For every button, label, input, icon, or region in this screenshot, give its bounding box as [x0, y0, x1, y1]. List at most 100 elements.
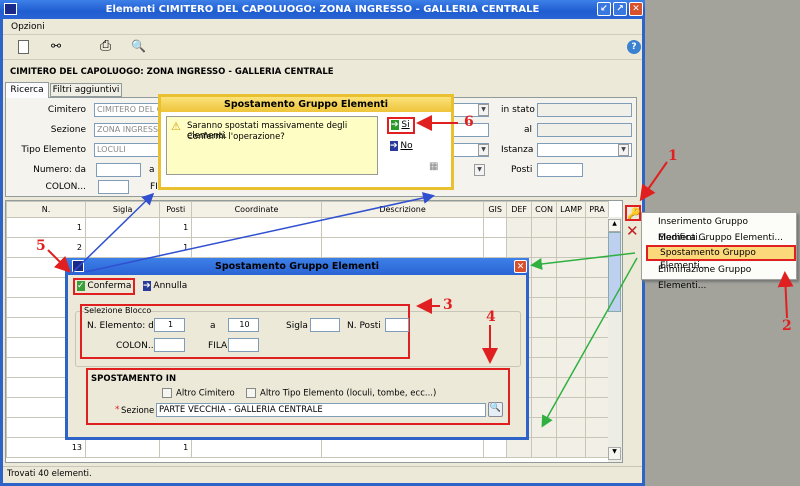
table-cell — [531, 217, 558, 238]
altro-tipo-checkbox[interactable]: Altro Tipo Elemento (loculi, tombe, ecc.… — [246, 388, 436, 399]
minimize-icon[interactable]: ↙ — [597, 2, 611, 16]
n-posti-input[interactable] — [385, 318, 409, 332]
close-icon[interactable]: ✕ — [629, 2, 643, 16]
altro-cimitero-checkbox[interactable]: Altro Cimitero — [162, 388, 235, 399]
table-cell — [584, 337, 610, 358]
scroll-thumb[interactable] — [608, 232, 621, 312]
arrow-2 — [777, 271, 794, 319]
menu-bar: Opzioni — [3, 19, 642, 35]
chevron-down-icon[interactable]: ▼ — [478, 104, 489, 116]
col-header[interactable]: LAMP — [556, 201, 586, 218]
app-icon — [4, 3, 17, 15]
maximize-icon[interactable]: ↗ — [613, 2, 627, 16]
posti-input[interactable] — [537, 163, 583, 177]
table-cell — [483, 437, 508, 458]
col-header[interactable]: GIS — [483, 201, 508, 218]
colon-input[interactable] — [154, 338, 185, 352]
col-header[interactable]: Sigla — [85, 201, 161, 218]
scroll-down-icon[interactable]: ▼ — [608, 447, 621, 460]
table-cell — [556, 297, 586, 318]
annotation-6: 6 — [464, 114, 474, 130]
chevron-down-icon[interactable]: ▼ — [618, 144, 629, 156]
table-cell — [191, 237, 322, 258]
annotation-5: 5 — [36, 238, 46, 254]
col-header[interactable]: DEF — [506, 201, 533, 218]
table-cell: 1 — [159, 437, 193, 458]
al-select[interactable] — [537, 123, 632, 137]
col-header[interactable]: Posti — [159, 201, 193, 218]
required-mark: * — [115, 405, 120, 415]
col-header[interactable]: N. — [6, 201, 87, 218]
tab-ricerca[interactable]: Ricerca — [5, 82, 49, 98]
table-cell — [556, 337, 586, 358]
stato-select[interactable] — [537, 103, 632, 117]
table-cell — [531, 237, 558, 258]
sigla-input[interactable] — [310, 318, 340, 332]
table-cell — [556, 417, 586, 438]
confirm-button[interactable]: ✓ Conferma — [73, 278, 135, 295]
menu-item-inserimento[interactable]: Inserimento Gruppo Elementi... — [646, 214, 796, 243]
n-elemento-da-input[interactable]: 1 — [154, 318, 185, 332]
new-document-icon[interactable] — [18, 40, 29, 54]
table-row[interactable]: 21 — [6, 237, 610, 258]
menu-opzioni[interactable]: Opzioni — [11, 22, 45, 32]
colon-label: COLON... — [45, 182, 86, 192]
status-bar: Trovati 40 elementi. — [3, 466, 642, 482]
table-cell — [531, 417, 558, 438]
colon-input[interactable] — [98, 180, 129, 194]
binoculars-icon[interactable]: ⚯ — [51, 39, 61, 53]
table-cell — [584, 257, 610, 278]
cancel-button[interactable]: ➔ Annulla — [143, 281, 187, 291]
sezione-input[interactable]: PARTE VECCHIA - GALLERIA CENTRALE — [156, 403, 486, 417]
table-cell — [556, 437, 586, 458]
table-cell — [506, 437, 533, 458]
col-header[interactable]: CON — [531, 201, 558, 218]
scrollbar[interactable]: ▲ ▼ — [608, 217, 622, 462]
numero-a-label: a — [149, 165, 155, 175]
table-cell — [556, 317, 586, 338]
col-header[interactable]: Coordinate — [191, 201, 322, 218]
delete-icon[interactable]: ✕ — [626, 222, 639, 240]
move-dialog: Spostamento Gruppo Elementi ✕ ✓ Conferma… — [65, 258, 529, 440]
group-elements-icon[interactable]: 🔑 — [625, 205, 641, 221]
annotation-2: 2 — [782, 318, 792, 334]
menu-item-eliminazione[interactable]: Eliminazione Gruppo Elementi... — [646, 262, 796, 291]
close-icon[interactable]: ✕ — [514, 260, 527, 273]
menu-item-modifica[interactable]: Modifica Gruppo Elementi... — [646, 230, 796, 246]
table-cell — [584, 277, 610, 298]
search-send-icon[interactable]: 🔍 — [131, 39, 146, 53]
search-icon[interactable]: 🔍 — [488, 402, 503, 417]
col-header[interactable]: Descrizione — [320, 201, 485, 218]
n-elemento-a-input[interactable]: 10 — [228, 318, 259, 332]
table-row[interactable]: 11 — [6, 217, 610, 238]
sigla-label: Sigla — [286, 321, 308, 331]
table-cell: 2 — [6, 237, 87, 258]
no-button[interactable]: ➔ No — [390, 141, 413, 151]
table-row[interactable]: 13 1 — [6, 437, 610, 458]
tab-filtri-aggiuntivi[interactable]: Filtri aggiuntivi — [50, 83, 122, 97]
table-cell — [85, 437, 161, 458]
fila-input[interactable] — [228, 338, 259, 352]
selezione-blocco-highlight: Selezione Blocco N. Elemento: da 1 a 10 … — [80, 304, 410, 359]
table-cell — [531, 337, 558, 358]
table-cell — [85, 237, 161, 258]
table-cell — [584, 397, 610, 418]
tipo-elemento-label: Tipo Elemento — [21, 145, 86, 155]
chevron-down-icon[interactable]: ▼ — [478, 144, 489, 156]
toolbar: ⚯ ⎙ 🔍 ? — [3, 36, 642, 60]
menu-item-spostamento[interactable]: Spostamento Gruppo Elementi... — [646, 245, 796, 271]
scroll-up-icon[interactable]: ▲ — [608, 219, 621, 232]
yes-button[interactable]: ➔ Si — [387, 117, 415, 134]
table-cell — [584, 437, 610, 458]
col-header[interactable]: PRA — [584, 201, 610, 218]
chevron-down-icon[interactable]: ▼ — [474, 164, 485, 176]
table-cell — [506, 237, 533, 258]
istanza-label: Istanza — [501, 145, 534, 155]
help-icon[interactable]: ? — [627, 40, 641, 54]
numero-da-input[interactable] — [96, 163, 141, 177]
table-cell: 1 — [6, 217, 87, 238]
table-cell — [584, 357, 610, 378]
table-cell — [320, 437, 485, 458]
table-cell — [483, 217, 508, 238]
printer-icon[interactable]: ⎙ — [100, 38, 111, 54]
